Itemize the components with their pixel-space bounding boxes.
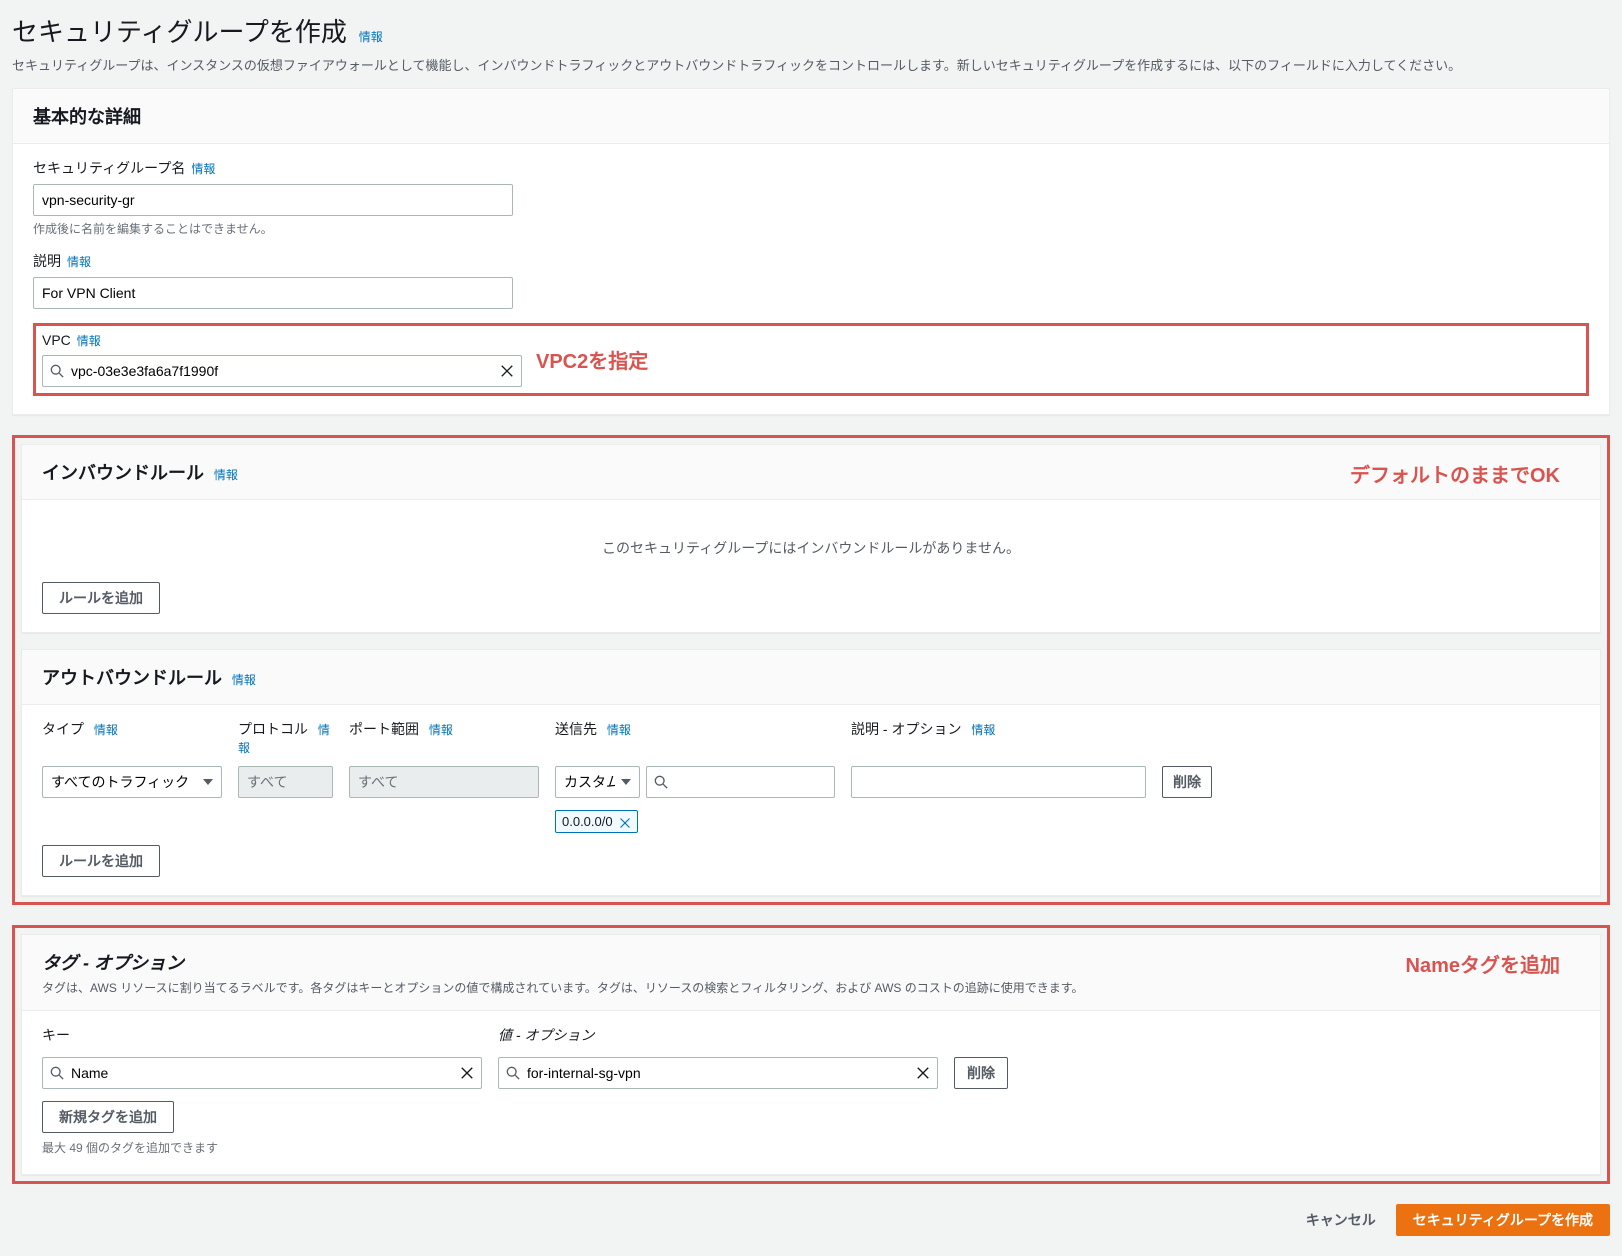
info-link-outbound[interactable]: 情報 [232,673,256,687]
page-header: セキュリティグループを作成 情報 セキュリティグループは、インスタンスの仮想ファ… [12,12,1610,74]
rule-port-input [349,766,539,798]
basic-details-title: 基本的な詳細 [33,103,141,129]
cidr-token: 0.0.0.0/0 [555,810,638,833]
create-sg-button[interactable]: セキュリティグループを作成 [1396,1204,1610,1236]
outbound-rule-row: すべてのトラフィック カスタム [42,766,1580,833]
outbound-rules-panel: アウトバウンドルール 情報 タイプ 情報 プロトコル 情報 ポート範囲 情報 送… [21,649,1601,896]
tags-key-header: キー [42,1025,482,1045]
tags-annotation-box: タグ - オプション Nameタグを追加 タグは、AWS リソースに割り当てるラ… [12,925,1610,1184]
inbound-rules-header: インバウンドルール 情報 デフォルトのままでOK [22,445,1600,500]
header-destination: 送信先 [555,721,597,737]
rules-annotation-box: インバウンドルール 情報 デフォルトのままでOK このセキュリティグループにはイ… [12,435,1610,905]
sg-name-label: セキュリティグループ名情報 [33,158,1589,178]
remove-token-icon[interactable] [619,814,631,829]
add-outbound-rule-button[interactable]: ルールを追加 [42,845,160,877]
rule-type-select[interactable]: すべてのトラフィック [42,766,222,798]
footer-actions: キャンセル セキュリティグループを作成 [12,1204,1610,1236]
info-link-vpc[interactable]: 情報 [77,334,101,348]
vpc-input[interactable] [42,355,522,387]
vpc-annotation-label: VPC2を指定 [536,345,648,374]
vpc-annotation-box: VPC情報 VPC2を指定 [33,323,1589,396]
info-link-port[interactable]: 情報 [429,723,453,737]
inbound-annotation-label: デフォルトのままでOK [1350,459,1560,488]
rule-desc-input[interactable] [851,766,1146,798]
add-tag-button[interactable]: 新規タグを追加 [42,1101,174,1133]
outbound-rules-header: アウトバウンドルール 情報 [22,650,1600,705]
tags-title: タグ - オプション [42,949,184,975]
basic-details-header: 基本的な詳細 [13,89,1609,144]
info-link-type[interactable]: 情報 [94,723,118,737]
inbound-rules-title: インバウンドルール [42,459,204,485]
tags-limit-note: 最大 49 個のタグを追加できます [42,1139,1580,1156]
delete-rule-button[interactable]: 削除 [1162,766,1212,798]
add-inbound-rule-button[interactable]: ルールを追加 [42,582,160,614]
page-title: セキュリティグループを作成 [12,12,347,49]
clear-icon[interactable] [916,1066,930,1080]
tags-desc: タグは、AWS リソースに割り当てるラベルです。各タグはキーとオプションの値で構… [42,979,1580,996]
tag-row: 削除 [42,1057,1580,1089]
info-link-inbound[interactable]: 情報 [214,468,238,482]
header-type: タイプ [42,721,84,737]
page-description: セキュリティグループは、インスタンスの仮想ファイアウォールとして機能し、インバウ… [12,55,1610,74]
info-link-header[interactable]: 情報 [359,30,383,44]
basic-details-panel: 基本的な詳細 セキュリティグループ名情報 作成後に名前を編集することはできません… [12,88,1610,415]
rule-dest-select[interactable]: カスタム [555,766,640,798]
header-port-range: ポート範囲 [349,721,419,737]
outbound-rules-title: アウトバウンドルール [42,664,222,690]
tags-value-header: 値 - オプション [498,1025,938,1045]
tag-value-input[interactable] [498,1057,938,1089]
header-description: 説明 - オプション [851,721,961,737]
info-link-desc[interactable]: 情報 [971,723,995,737]
info-link-sg-desc[interactable]: 情報 [67,255,91,269]
clear-icon[interactable] [500,364,514,378]
outbound-headers: タイプ 情報 プロトコル 情報 ポート範囲 情報 送信先 情報 説明 - オプシ… [42,719,1580,756]
sg-desc-label: 説明情報 [33,251,1589,271]
tags-panel: タグ - オプション Nameタグを追加 タグは、AWS リソースに割り当てるラ… [21,934,1601,1175]
rule-protocol-input [238,766,333,798]
header-protocol: プロトコル [238,721,308,737]
tags-header: タグ - オプション Nameタグを追加 タグは、AWS リソースに割り当てるラ… [22,935,1600,1011]
info-link-sg-name[interactable]: 情報 [191,162,215,176]
inbound-empty-message: このセキュリティグループにはインバウンドルールがありません。 [42,514,1580,582]
info-link-dest[interactable]: 情報 [607,723,631,737]
rule-dest-search-input[interactable] [646,766,835,798]
tag-key-input[interactable] [42,1057,482,1089]
cancel-button[interactable]: キャンセル [1290,1205,1392,1235]
inbound-rules-panel: インバウンドルール 情報 デフォルトのままでOK このセキュリティグループにはイ… [21,444,1601,633]
tags-annotation-label: Nameタグを追加 [1406,949,1560,978]
sg-name-input[interactable] [33,184,513,216]
sg-name-note: 作成後に名前を編集することはできません。 [33,220,1589,237]
vpc-label: VPC情報 [42,332,522,349]
clear-icon[interactable] [460,1066,474,1080]
delete-tag-button[interactable]: 削除 [954,1057,1008,1089]
sg-desc-input[interactable] [33,277,513,309]
tags-headers-row: キー 値 - オプション [42,1025,1580,1045]
